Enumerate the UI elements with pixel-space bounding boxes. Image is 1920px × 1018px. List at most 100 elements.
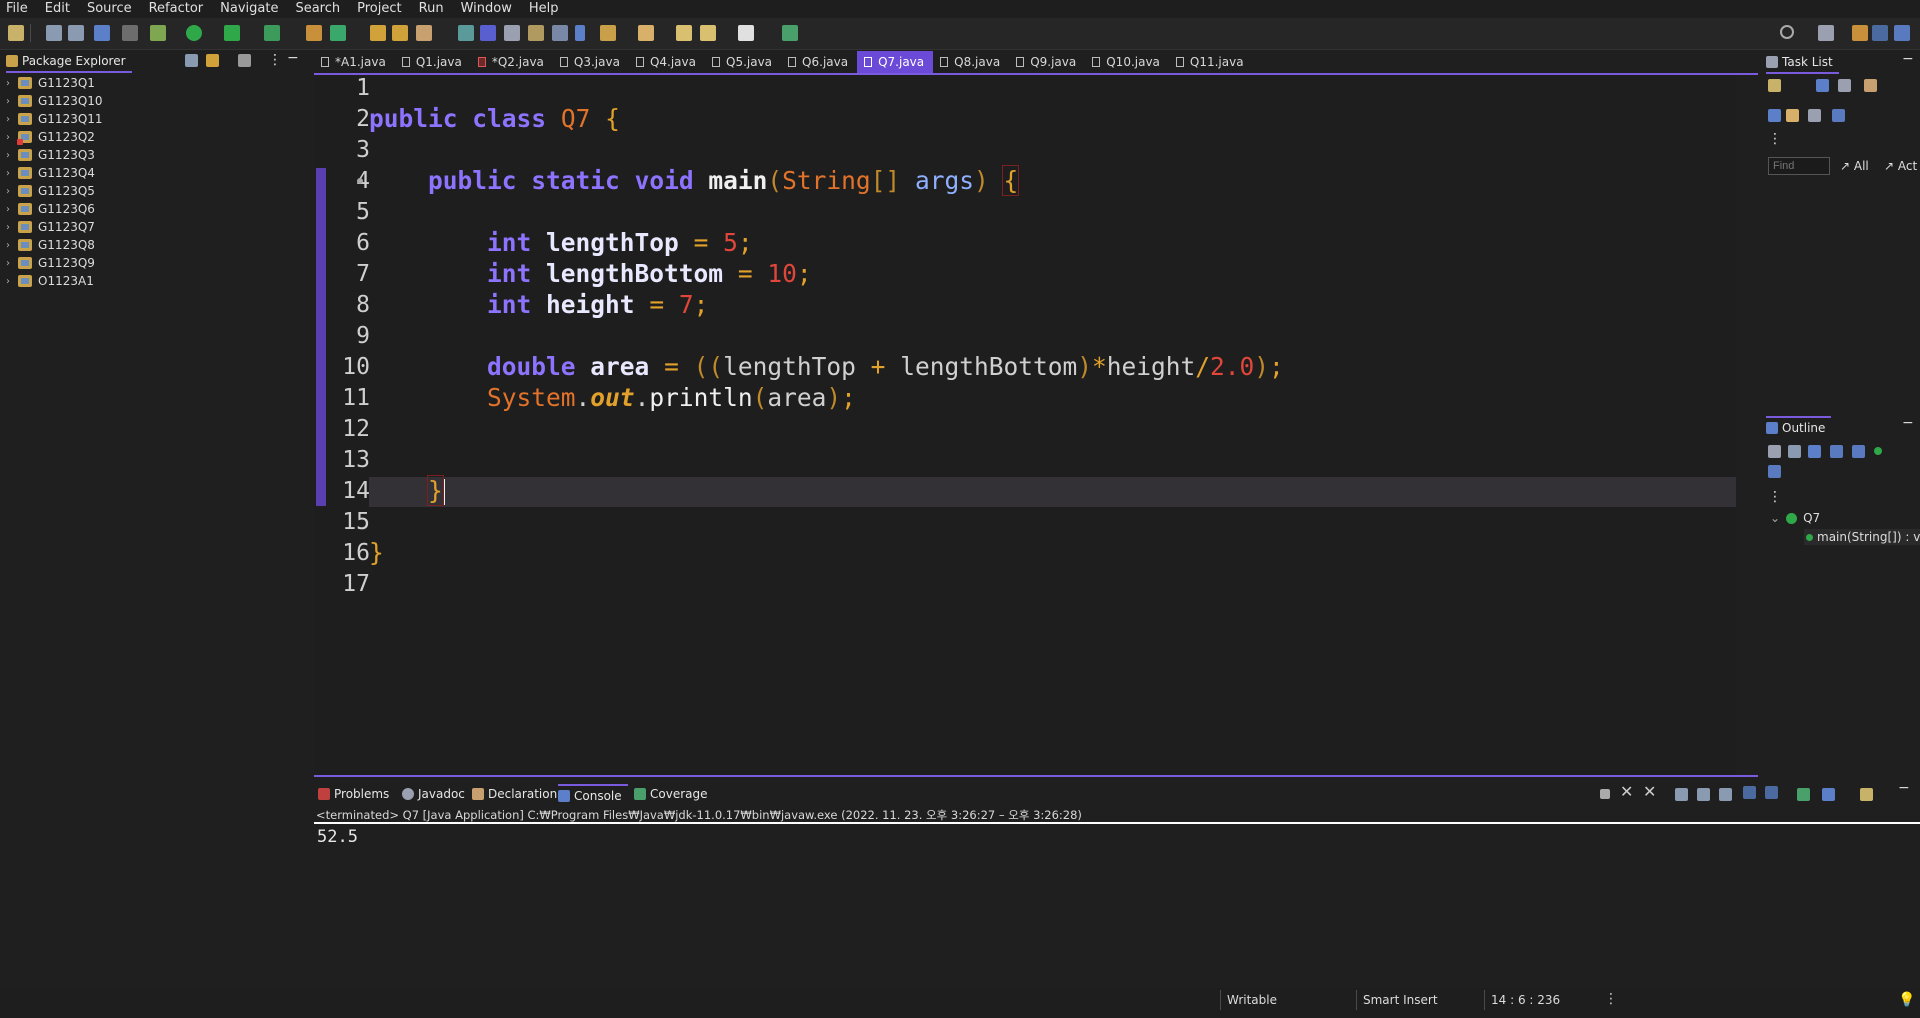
collapse-all-icon[interactable] [185, 54, 198, 67]
chevron-right-icon[interactable]: › [6, 78, 18, 89]
tab-a1[interactable]: *A1.java [314, 51, 395, 73]
new-icon[interactable] [8, 25, 24, 41]
menu-source[interactable]: Source [79, 0, 141, 17]
view-menu-icon[interactable]: ⋮ [1768, 489, 1782, 505]
outline-method-node[interactable]: main(String[]) : v [1804, 529, 1920, 545]
pin-editor-icon[interactable] [782, 25, 798, 41]
fold-icon[interactable] [357, 178, 363, 184]
status-menu-icon[interactable]: ⋮ [1604, 991, 1618, 1007]
filter-icon[interactable] [1864, 79, 1877, 92]
tree-item[interactable]: › G1123Q9 [6, 254, 103, 272]
java-ee-perspective-icon[interactable] [1852, 25, 1868, 41]
view-menu-icon[interactable]: ⋮ [1768, 131, 1782, 147]
tab-q6[interactable]: Q6.java [781, 51, 857, 73]
link-with-editor-icon[interactable] [206, 54, 219, 67]
chevron-right-icon[interactable]: › [6, 258, 18, 269]
chevron-down-icon[interactable]: ⌄ [1770, 511, 1780, 525]
open-type-icon[interactable] [370, 25, 386, 41]
back-history-icon[interactable] [700, 25, 716, 41]
chevron-right-icon[interactable]: › [6, 222, 18, 233]
tab-problems[interactable]: Problems [318, 784, 389, 804]
tab-q5[interactable]: Q5.java [705, 51, 781, 73]
menu-window[interactable]: Window [453, 0, 521, 17]
view-menu-icon[interactable]: ⋮ [268, 52, 282, 68]
hide-static-icon[interactable] [1852, 445, 1865, 458]
new-task-icon[interactable] [1768, 79, 1781, 92]
tab-javadoc[interactable]: Javadoc [402, 784, 465, 804]
java-perspective-icon[interactable] [1872, 25, 1888, 41]
chevron-right-icon[interactable]: › [6, 150, 18, 161]
sort-icon[interactable] [1808, 445, 1821, 458]
outline-tab[interactable]: Outline [1766, 416, 1832, 438]
tree-item[interactable]: › G1123Q6 [6, 200, 103, 218]
word-wrap-icon[interactable] [1719, 788, 1732, 801]
tree-item[interactable]: › O1123A1 [6, 272, 103, 290]
scroll-lock-icon[interactable] [1697, 788, 1710, 801]
last-edit-icon[interactable] [638, 25, 654, 41]
tree-item[interactable]: › G1123Q2 [6, 128, 103, 146]
debug-icon[interactable] [150, 25, 166, 41]
remove-all-icon[interactable]: ✕ [1643, 782, 1656, 801]
minimize-icon[interactable]: − [287, 50, 299, 66]
new-java-project-icon[interactable] [306, 25, 322, 41]
categorize-icon[interactable] [1816, 79, 1829, 92]
tree-item[interactable]: › G1123Q8 [6, 236, 103, 254]
save-icon[interactable] [46, 25, 62, 41]
tip-lightbulb-icon[interactable]: 💡 [1898, 992, 1915, 1008]
hide-fields-icon[interactable] [1830, 445, 1843, 458]
tab-q7[interactable]: Q7.java [857, 51, 934, 73]
status-insert-mode[interactable]: Smart Insert [1356, 990, 1483, 1010]
tree-item[interactable]: › G1123Q1 [6, 74, 103, 92]
menu-file[interactable]: File [0, 0, 37, 17]
outline-class-node[interactable]: ⌄ Q7 [1770, 511, 1820, 525]
external-tools-icon[interactable] [264, 25, 280, 41]
show-whitespace-icon[interactable] [552, 25, 568, 41]
menu-navigate[interactable]: Navigate [212, 0, 287, 17]
hide-non-public-icon[interactable] [1874, 447, 1882, 455]
run-icon[interactable] [186, 25, 202, 41]
filter-all-link[interactable]: ↗ All [1840, 159, 1869, 173]
open-task-icon[interactable] [392, 25, 408, 41]
menu-edit[interactable]: Edit [37, 0, 79, 17]
new-package-icon[interactable] [330, 25, 346, 41]
chevron-right-icon[interactable]: › [6, 114, 18, 125]
menu-help[interactable]: Help [521, 0, 568, 17]
chevron-right-icon[interactable]: › [6, 96, 18, 107]
chevron-right-icon[interactable]: › [6, 240, 18, 251]
tree-item[interactable]: › G1123Q11 [6, 110, 103, 128]
menu-run[interactable]: Run [411, 0, 453, 17]
chevron-right-icon[interactable]: › [6, 204, 18, 215]
pilcrow-icon[interactable] [575, 25, 585, 41]
open-console-icon[interactable] [1860, 788, 1873, 801]
show-on-output-icon[interactable] [1743, 786, 1756, 799]
terminal-icon[interactable] [94, 25, 110, 41]
search-icon[interactable] [416, 25, 432, 41]
expand-all-icon[interactable] [1788, 445, 1801, 458]
next-annotation-icon[interactable] [600, 25, 616, 41]
tab-q11[interactable]: Q11.java [1169, 51, 1253, 73]
tree-item[interactable]: › G1123Q7 [6, 218, 103, 236]
show-on-error-icon[interactable] [1765, 786, 1778, 799]
tab-declaration[interactable]: Declaration [472, 784, 557, 804]
chevron-right-icon[interactable]: › [6, 186, 18, 197]
status-cursor-position[interactable]: 14 : 6 : 236 [1484, 990, 1601, 1010]
forward-icon[interactable] [738, 25, 754, 41]
menu-project[interactable]: Project [349, 0, 410, 17]
debug-perspective-icon[interactable] [1894, 25, 1910, 41]
package-explorer-tab[interactable]: Package Explorer [6, 51, 132, 73]
tab-q9[interactable]: Q9.java [1009, 51, 1085, 73]
display-console-icon[interactable] [1822, 788, 1835, 801]
menu-refactor[interactable]: Refactor [141, 0, 213, 17]
terminate-icon[interactable] [1600, 789, 1610, 799]
tree-item[interactable]: › G1123Q4 [6, 164, 103, 182]
hide-completed-icon[interactable] [1768, 109, 1781, 122]
menu-search[interactable]: Search [287, 0, 349, 17]
collapse-all-icon[interactable] [1808, 109, 1821, 122]
tab-coverage[interactable]: Coverage [634, 784, 708, 804]
tab-q3[interactable]: Q3.java [553, 51, 629, 73]
tab-q2[interactable]: *Q2.java [471, 51, 553, 73]
tree-item[interactable]: › G1123Q10 [6, 92, 103, 110]
schedule-icon[interactable] [1838, 79, 1851, 92]
chevron-right-icon[interactable]: › [6, 276, 18, 287]
minimize-icon[interactable]: − [1902, 51, 1914, 67]
